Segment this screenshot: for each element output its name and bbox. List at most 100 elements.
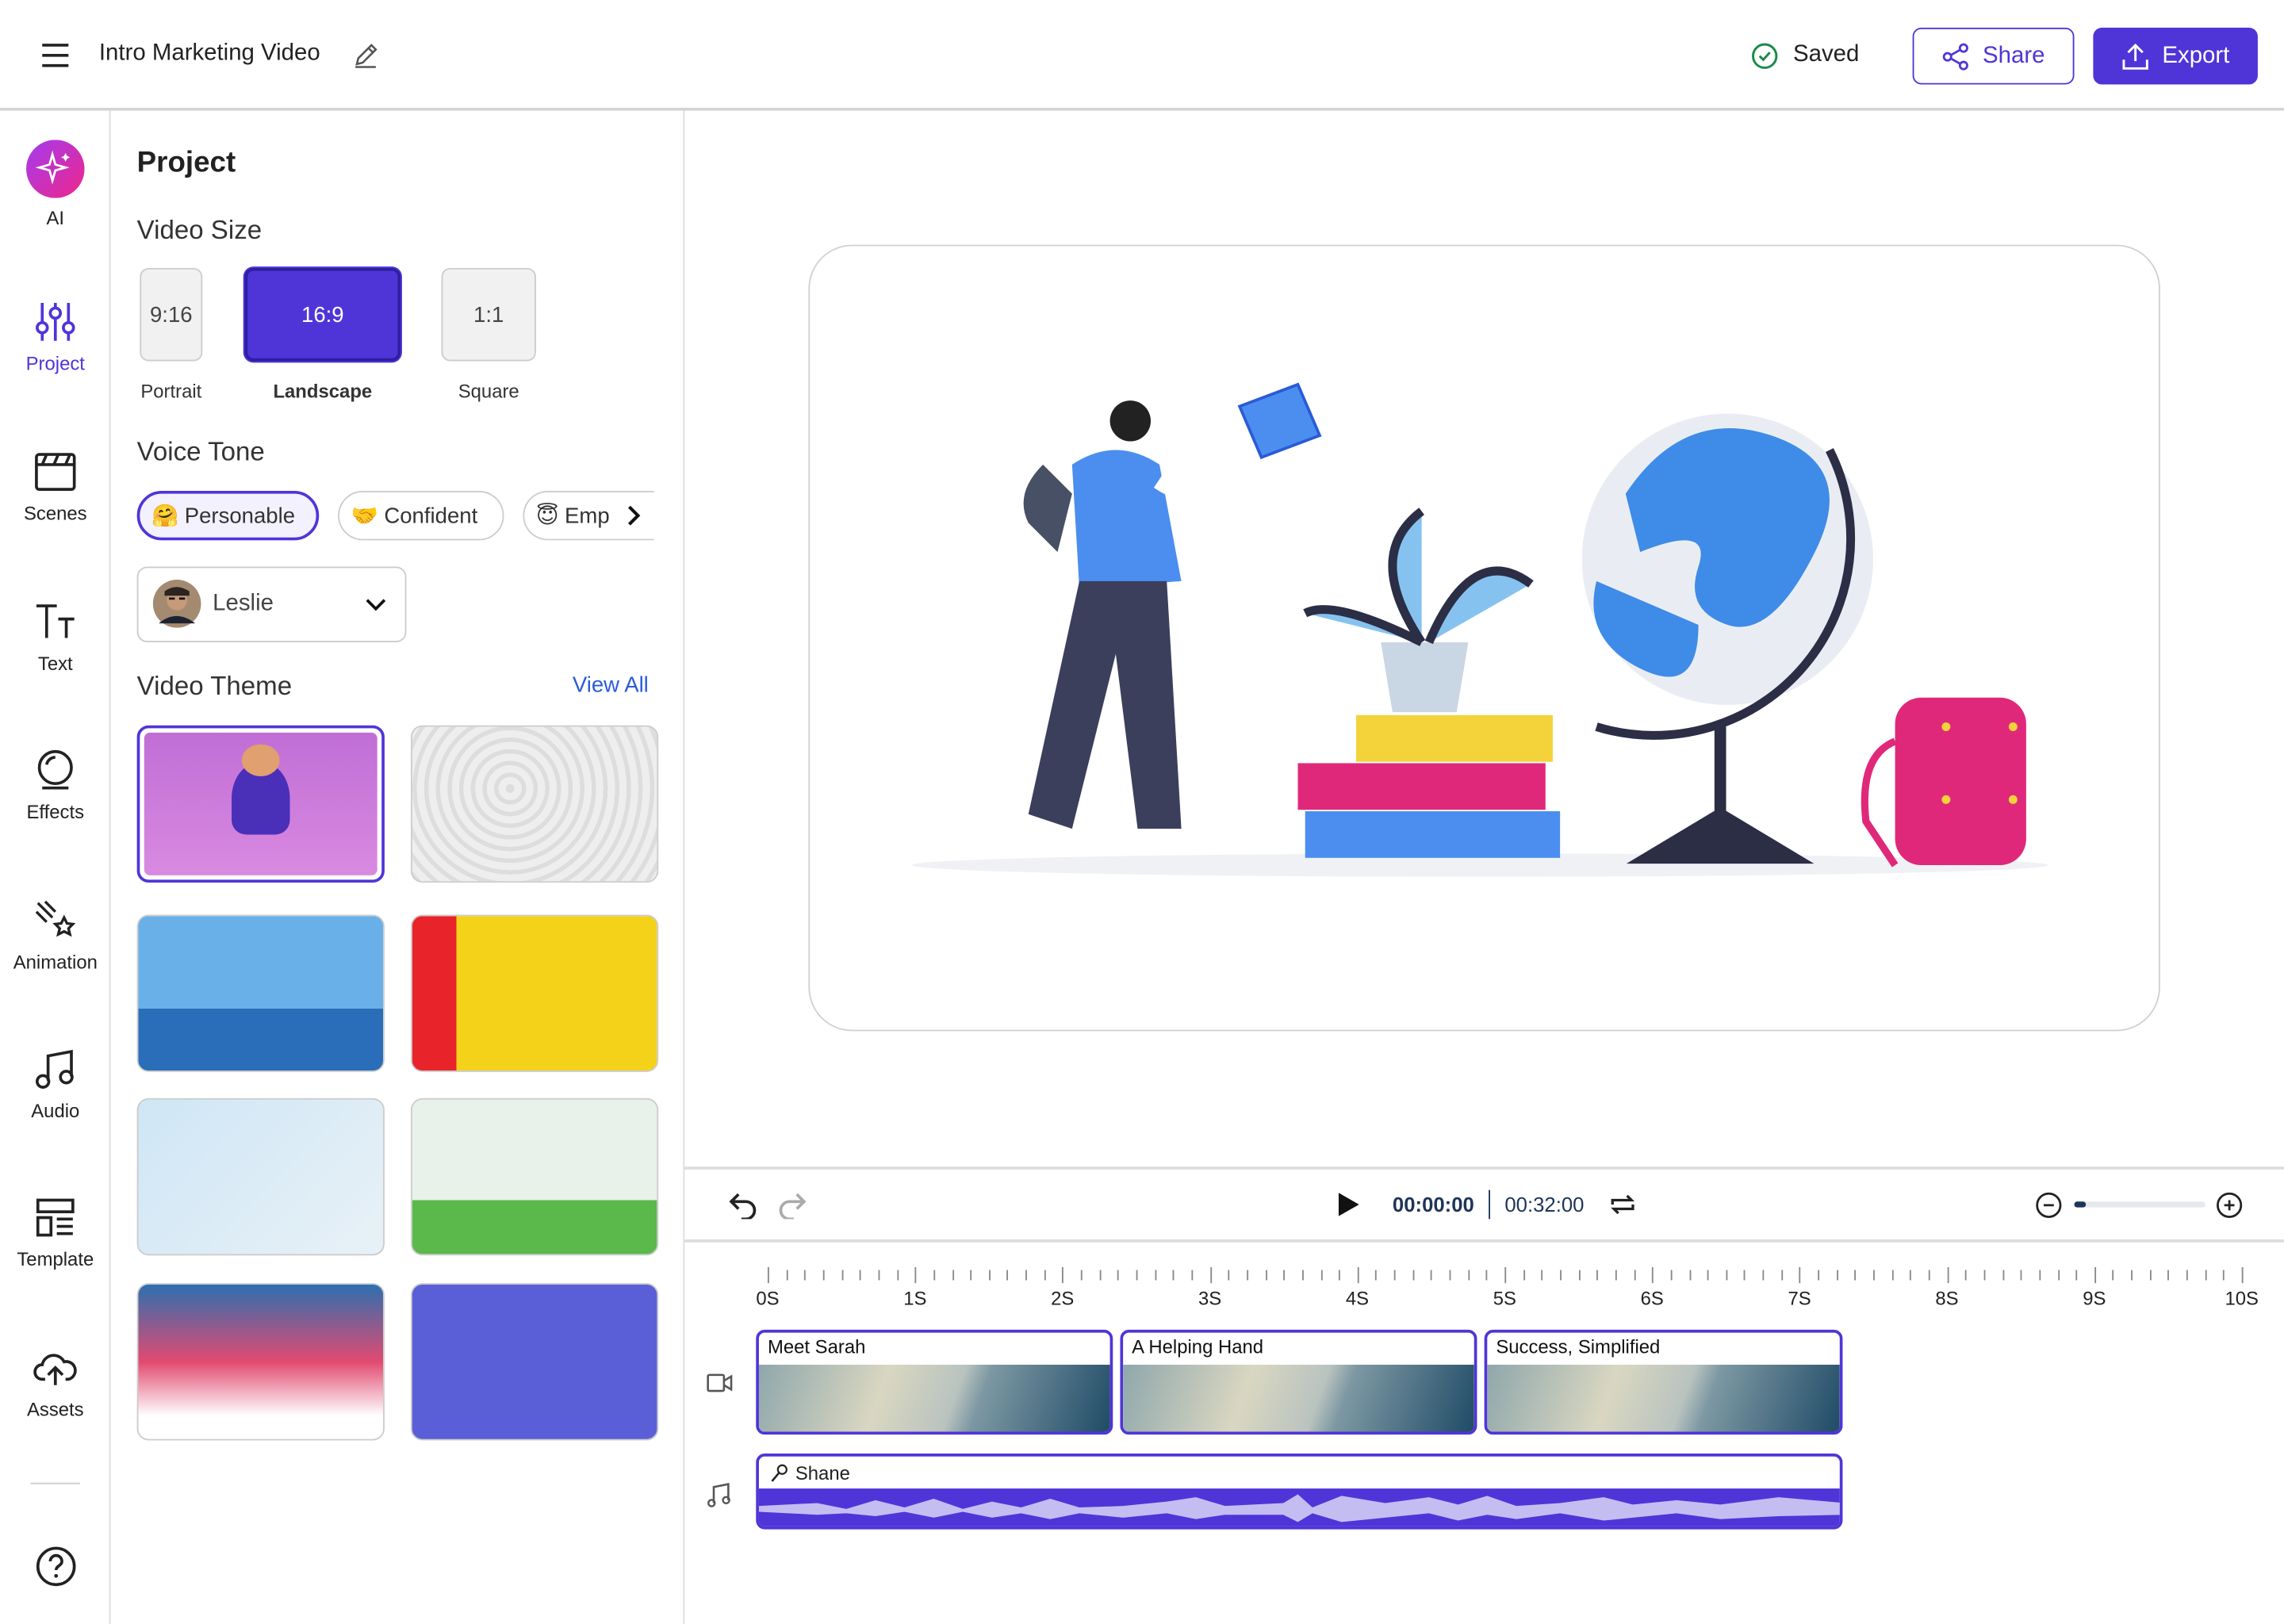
timeline-divider xyxy=(684,1166,2284,1170)
project-panel: Project Video Size 9:16 16:9 1:1 Portrai… xyxy=(111,110,685,1624)
ruler-label: 0S xyxy=(756,1287,780,1310)
rail-item-text[interactable]: Text xyxy=(0,600,111,674)
redo-icon[interactable] xyxy=(778,1190,807,1220)
animation-icon xyxy=(35,900,76,937)
zoom-slider-fill[interactable] xyxy=(2074,1201,2087,1208)
rail-item-assets[interactable]: Assets xyxy=(0,1346,111,1420)
check-circle-icon xyxy=(1752,43,1778,69)
voice-select[interactable]: Leslie xyxy=(136,566,407,642)
upload-icon xyxy=(2123,42,2149,69)
ruler-tick xyxy=(933,1270,935,1281)
ruler-tick xyxy=(1836,1270,1838,1281)
share-button[interactable]: Share xyxy=(1912,27,2075,85)
theme-thumbnail-purple-character[interactable] xyxy=(136,725,385,883)
ruler-tick xyxy=(1467,1270,1470,1281)
edit-icon[interactable] xyxy=(352,42,378,68)
clip-title: Success, Simplified xyxy=(1496,1335,1661,1358)
size-portrait-option[interactable]: 9:16 xyxy=(140,267,203,362)
ruler-tick xyxy=(804,1270,807,1281)
ruler-tick xyxy=(1504,1266,1507,1284)
audio-clip-shane[interactable]: Shane xyxy=(756,1454,1843,1530)
rail-item-audio[interactable]: Audio xyxy=(0,1048,111,1121)
ruler-tick xyxy=(2167,1270,2170,1281)
theme-thumbnail-ocean[interactable] xyxy=(136,914,385,1072)
ruler-label: 6S xyxy=(1640,1287,1664,1310)
ruler-label: 3S xyxy=(1198,1287,1222,1310)
ruler-tick xyxy=(1615,1270,1617,1281)
theme-thumbnail-presentation[interactable] xyxy=(410,1283,659,1441)
ruler-tick xyxy=(1301,1270,1304,1281)
ruler-tick xyxy=(1818,1270,1820,1281)
ruler-label: 8S xyxy=(1935,1287,1959,1310)
ruler-tick xyxy=(1965,1270,1968,1281)
play-icon[interactable] xyxy=(1337,1191,1360,1217)
ruler-tick xyxy=(1946,1266,1949,1284)
theme-thumbnail-startup-doodle[interactable] xyxy=(410,725,659,883)
rail-item-effects[interactable]: Effects xyxy=(0,749,111,823)
theme-thumbnail-present[interactable] xyxy=(410,914,659,1072)
ruler-tick xyxy=(1412,1270,1415,1281)
ruler-tick xyxy=(970,1270,972,1281)
ruler-tick xyxy=(1780,1270,1783,1281)
undo-icon[interactable] xyxy=(728,1190,757,1220)
project-title[interactable]: Intro Marketing Video xyxy=(99,40,320,67)
ruler-tick xyxy=(1117,1270,1120,1281)
ruler-label: 9S xyxy=(2083,1287,2106,1310)
ruler-tick xyxy=(2094,1266,2096,1284)
rail-divider xyxy=(30,1482,81,1484)
ruler-tick xyxy=(1688,1270,1691,1281)
chip-label: Emp xyxy=(564,503,610,528)
ruler-tick xyxy=(914,1266,917,1284)
ruler-tick xyxy=(1320,1270,1322,1281)
size-square-option[interactable]: 1:1 xyxy=(441,267,536,362)
zoom-in-icon[interactable] xyxy=(2216,1191,2244,1219)
ruler-tick xyxy=(2113,1270,2114,1281)
scene-clip-a-helping-hand[interactable]: A Helping Hand xyxy=(1120,1329,1477,1435)
ruler-tick xyxy=(1044,1270,1046,1281)
theme-thumbnail-businessman[interactable] xyxy=(136,1097,385,1256)
rail-item-scenes[interactable]: Scenes xyxy=(0,450,111,524)
clip-title: A Helping Hand xyxy=(1132,1335,1264,1358)
rail-item-project[interactable]: Project xyxy=(0,300,111,374)
ruler-tick xyxy=(2241,1266,2244,1284)
video-preview[interactable] xyxy=(808,244,2160,1032)
tone-chip-personable[interactable]: 🤗 Personable xyxy=(136,490,320,541)
ruler-tick xyxy=(988,1270,991,1281)
loop-icon[interactable] xyxy=(1608,1191,1638,1217)
zoom-out-icon[interactable] xyxy=(2035,1191,2063,1219)
export-button[interactable]: Export xyxy=(2093,27,2258,85)
preview-illustration xyxy=(911,382,2048,877)
ratio-label: 1:1 xyxy=(473,302,504,327)
scene-clip-meet-sarah[interactable]: Meet Sarah xyxy=(756,1329,1113,1435)
video-track-icon xyxy=(707,1373,733,1392)
total-time: 00:32:00 xyxy=(1504,1193,1585,1216)
help-icon[interactable] xyxy=(35,1545,77,1588)
ruler-tick xyxy=(2057,1270,2060,1281)
theme-thumbnail-running[interactable] xyxy=(410,1097,659,1256)
ruler-tick xyxy=(1154,1270,1156,1281)
size-landscape-option[interactable]: 16:9 xyxy=(244,267,401,362)
ruler-tick xyxy=(1025,1270,1028,1281)
rail-item-template[interactable]: Template xyxy=(0,1196,111,1270)
ruler-label: 1S xyxy=(903,1287,927,1310)
voice-name: Leslie xyxy=(213,591,274,616)
rail-item-ai[interactable]: AI xyxy=(0,140,111,228)
clip-title: Meet Sarah xyxy=(767,1335,866,1358)
text-icon xyxy=(36,604,75,638)
menu-icon[interactable] xyxy=(40,42,70,68)
view-all-link[interactable]: View All xyxy=(573,673,649,698)
ruler-tick xyxy=(1762,1270,1765,1281)
video-size-heading: Video Size xyxy=(136,215,263,245)
ruler-label: 2S xyxy=(1051,1287,1075,1310)
zoom-slider[interactable] xyxy=(2074,1201,2205,1208)
ruler-tick xyxy=(878,1270,880,1281)
ruler-tick xyxy=(2205,1270,2207,1281)
rail-item-animation[interactable]: Animation xyxy=(0,898,111,973)
theme-thumbnail-balloon[interactable] xyxy=(136,1283,385,1441)
tone-chip-confident[interactable]: 🤝 Confident xyxy=(338,490,504,541)
chevron-right-icon[interactable] xyxy=(623,504,644,527)
music-icon xyxy=(35,1049,74,1089)
ruler-tick xyxy=(1486,1270,1488,1281)
scene-clip-success-simplified[interactable]: Success, Simplified xyxy=(1484,1329,1843,1435)
microphone-icon xyxy=(771,1463,788,1481)
